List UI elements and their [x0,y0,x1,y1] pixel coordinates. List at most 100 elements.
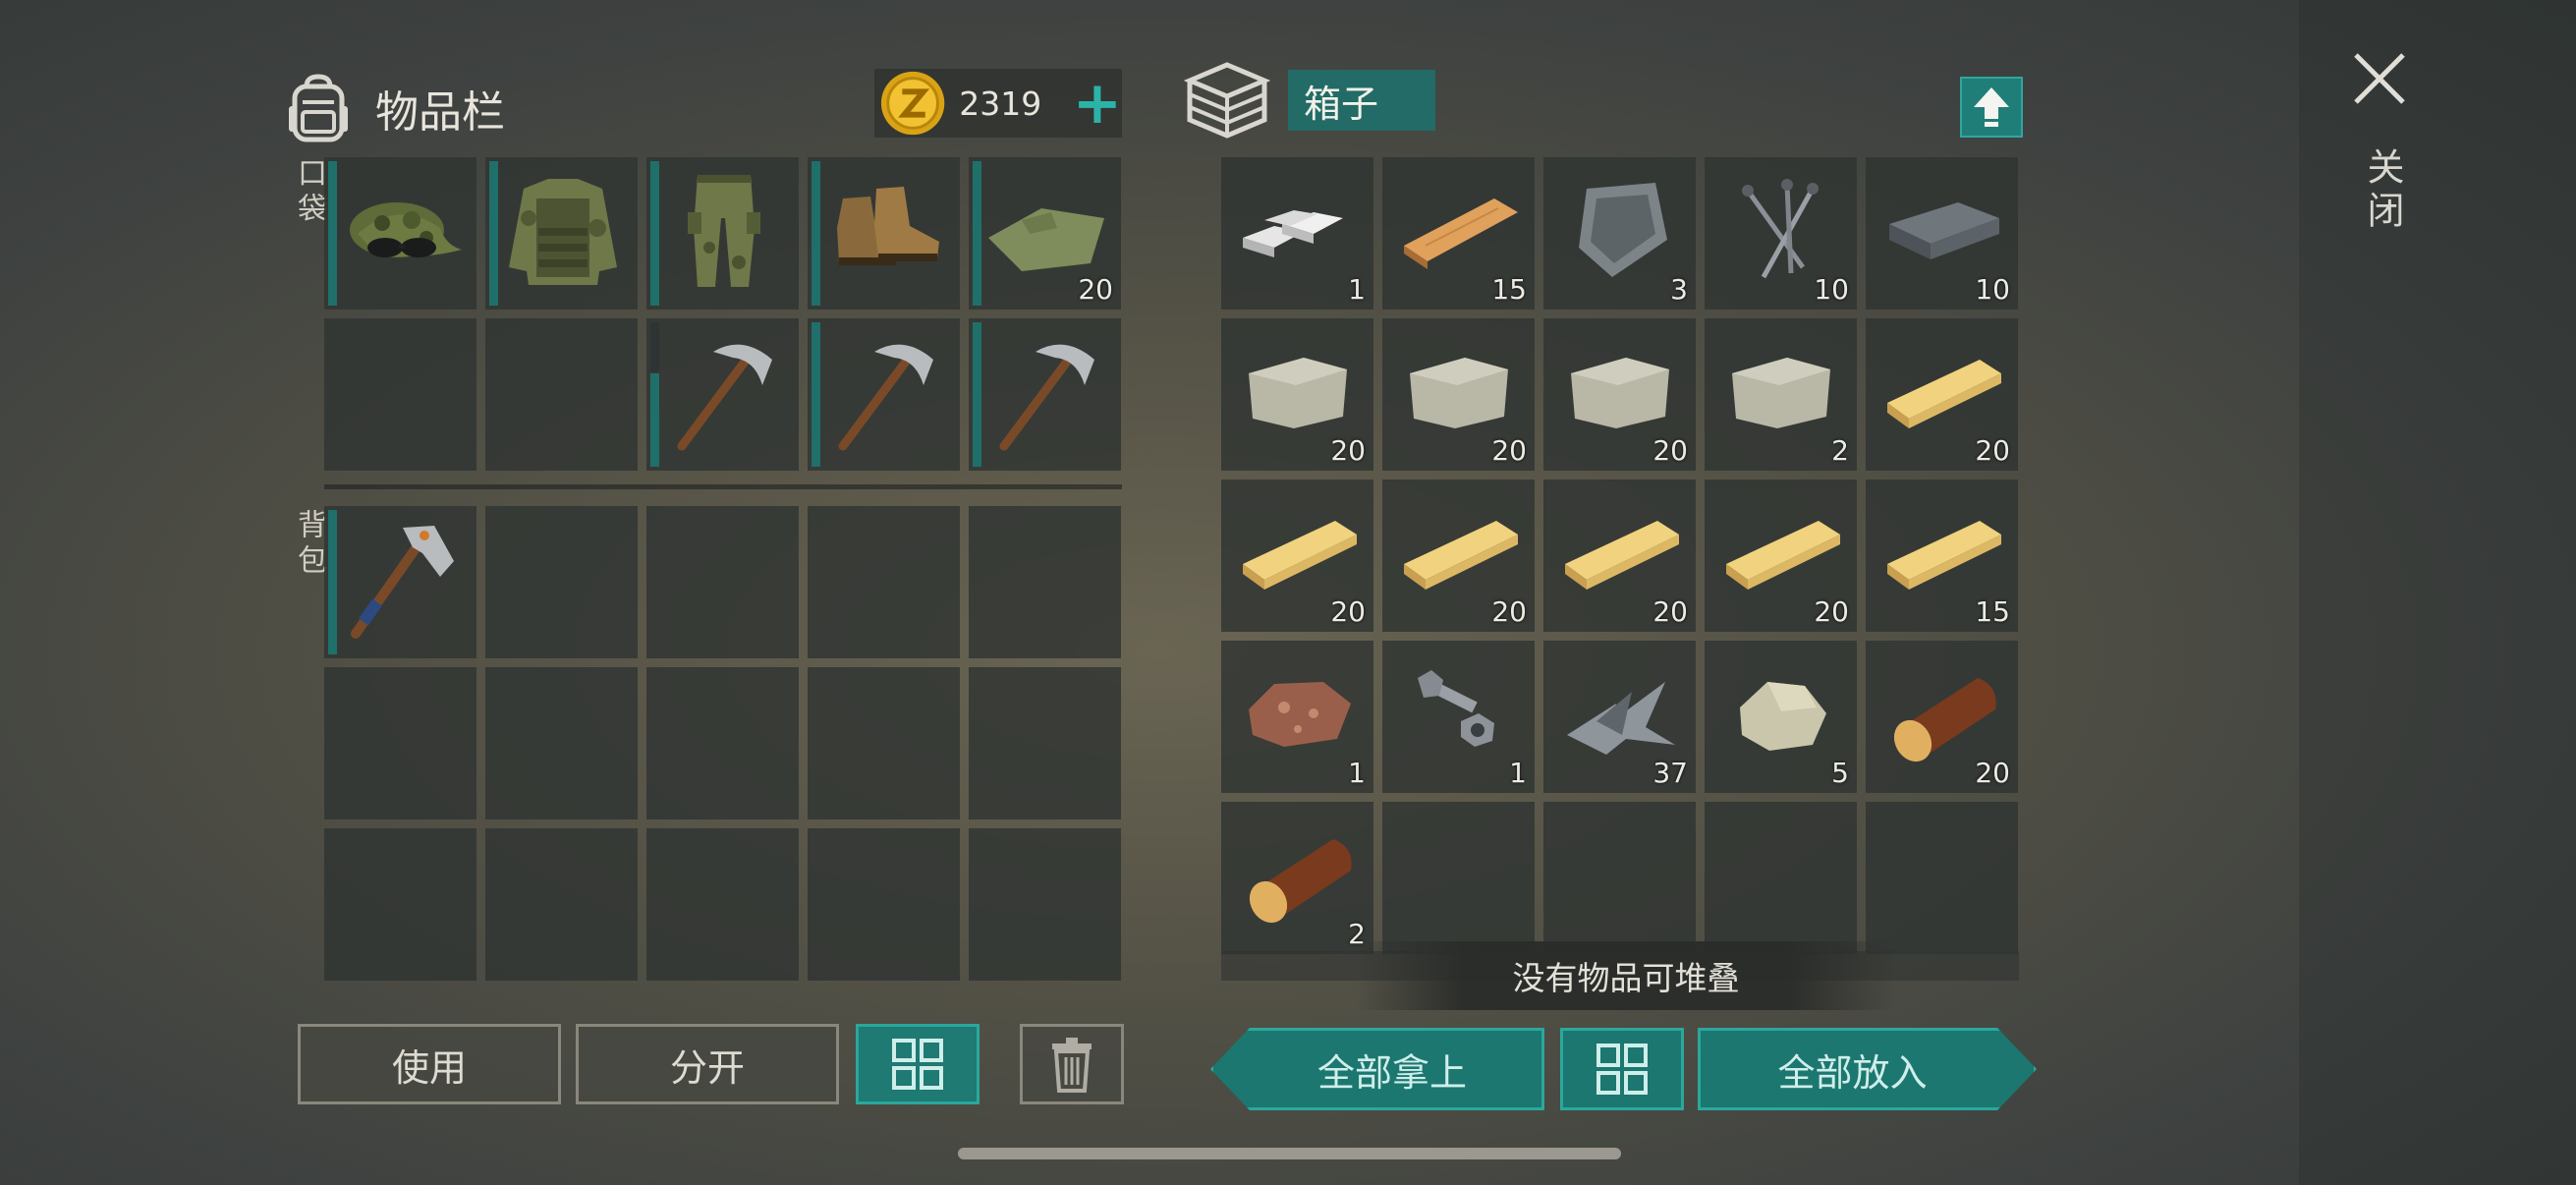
chest-slot[interactable]: 20 [1543,318,1696,471]
close-icon[interactable] [2350,49,2409,108]
upload-button[interactable] [1960,77,2023,138]
item-quantity: 10 [1814,273,1849,306]
pocket-slot-pickaxe[interactable] [646,318,799,471]
trash-icon [1052,1038,1092,1093]
item-quantity: 20 [1652,595,1688,628]
add-coins-button[interactable]: + [1073,74,1122,133]
chest-slot[interactable]: 1 [1221,641,1373,793]
item-quantity: 1 [1348,273,1366,306]
pocket-grid: 20 [324,157,1121,471]
chest-slot[interactable]: 20 [1866,318,2018,471]
item-quantity: 10 [1975,273,2010,306]
backpack-slot-hatchet[interactable] [324,506,476,658]
coin-balance: 2319 + [874,69,1122,138]
item-quantity: 3 [1670,273,1688,306]
pocket-slot-empty[interactable] [485,318,638,471]
use-button[interactable]: 使用 [298,1024,561,1104]
backpack-slot-empty[interactable] [969,667,1121,819]
chest-header: 箱子 [1184,59,1435,141]
aluminum-ingots-icon [1243,210,1343,257]
log-icon [1249,839,1352,924]
metal-plate-icon [1579,183,1667,277]
backpack-slot-empty[interactable] [808,828,960,981]
backpack-slot-empty[interactable] [646,667,799,819]
backpack-slot-empty[interactable] [969,828,1121,981]
chest-slot[interactable]: 15 [1382,157,1535,310]
camo-pants-icon [688,175,760,287]
item-quantity: 20 [1330,595,1366,628]
chest-slot[interactable]: 37 [1543,641,1696,793]
chest-slot[interactable]: 20 [1221,480,1373,632]
iron-ore-icon [1249,682,1351,747]
inventory-title: 物品栏 [375,87,505,138]
pickaxe-icon [838,344,933,451]
backpack-slot-empty[interactable] [324,667,476,819]
chest-slot[interactable]: 3 [1543,157,1696,310]
pocket-slot-pickaxe[interactable] [808,318,960,471]
chest-slot[interactable]: 10 [1705,157,1857,310]
chest-slot[interactable]: 20 [1221,318,1373,471]
item-quantity: 20 [1814,595,1849,628]
home-indicator[interactable] [958,1148,1621,1159]
pickaxe-icon [999,344,1094,451]
chest-slot[interactable]: 20 [1382,318,1535,471]
pocket-slot-jacket[interactable] [485,157,638,310]
crate-icon [1184,62,1270,139]
chest-slot-empty[interactable] [1543,802,1696,954]
chest-slot[interactable]: 1 [1382,641,1535,793]
stone-icon [1732,358,1830,428]
sort-inventory-button[interactable] [856,1024,980,1104]
chest-slot[interactable]: 20 [1705,480,1857,632]
pocket-slot-boots[interactable] [808,157,960,310]
backpack-slot-empty[interactable] [808,506,960,658]
sort-chest-button[interactable] [1560,1028,1684,1110]
chest-slot[interactable]: 5 [1705,641,1857,793]
backpack-slot-empty[interactable] [808,667,960,819]
take-all-button[interactable]: 全部拿上 [1210,1028,1544,1110]
chest-slot[interactable]: 20 [1543,480,1696,632]
hatchet-icon [351,526,454,639]
chest-slot[interactable]: 20 [1866,641,2018,793]
backpack-slot-empty[interactable] [646,828,799,981]
backpack-slot-empty[interactable] [485,828,638,981]
arrow-up-icon [1974,87,2009,127]
close-label[interactable]: 关闭 [2356,147,2410,234]
chest-slot[interactable]: 2 [1705,318,1857,471]
grid-sort-icon [1596,1044,1648,1095]
trash-button[interactable] [1020,1024,1124,1104]
chest-slot-empty[interactable] [1866,802,2018,954]
split-button[interactable]: 分开 [576,1024,839,1104]
pickaxe-icon [677,344,772,451]
item-quantity: 15 [1975,595,2010,628]
chest-slot[interactable]: 2 [1221,802,1373,954]
no-stack-toast: 没有物品可堆叠 [1356,941,1896,1010]
backpack-slot-empty[interactable] [646,506,799,658]
item-quantity: 20 [1975,757,2010,789]
chest-slot[interactable]: 20 [1382,480,1535,632]
item-quantity: 20 [1975,434,2010,467]
backpack-icon [289,74,348,142]
backpack-slot-empty[interactable] [324,828,476,981]
pocket-slot-pickaxe[interactable] [969,318,1121,471]
coin-amount: 2319 [959,84,1042,123]
chest-slot[interactable]: 15 [1866,480,2018,632]
backpack-slot-empty[interactable] [969,506,1121,658]
chest-title: 箱子 [1288,70,1435,131]
limestone-icon [1740,682,1826,751]
pocket-slot-cloth[interactable]: 20 [969,157,1121,310]
chest-slot-empty[interactable] [1705,802,1857,954]
item-quantity: 1 [1509,757,1527,789]
z-coin-icon [880,71,945,136]
pocket-slot-empty[interactable] [324,318,476,471]
pocket-slot-pants[interactable] [646,157,799,310]
pocket-slot-cap[interactable] [324,157,476,310]
chest-slot-empty[interactable] [1382,802,1535,954]
leather-boots-icon [837,187,939,265]
backpack-slot-empty[interactable] [485,506,638,658]
chest-slot[interactable]: 1 [1221,157,1373,310]
chest-slot[interactable]: 10 [1866,157,2018,310]
backpack-slot-empty[interactable] [485,667,638,819]
put-all-button[interactable]: 全部放入 [1698,1028,2037,1110]
item-quantity: 2 [1831,434,1849,467]
item-quantity: 20 [1491,595,1527,628]
